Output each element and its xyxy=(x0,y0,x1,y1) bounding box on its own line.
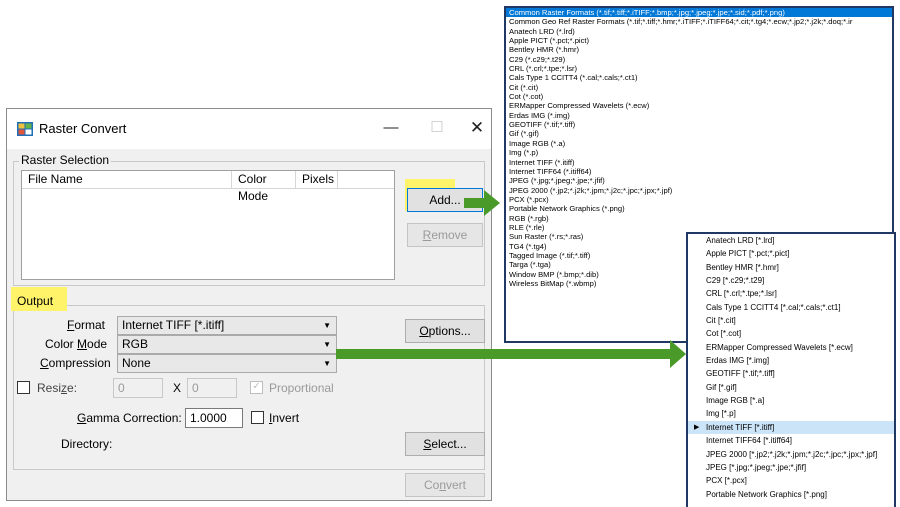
arrow-to-list-2-icon xyxy=(336,340,686,368)
annotation-arrows xyxy=(336,190,686,368)
arrow-to-list-1-icon xyxy=(464,190,500,216)
